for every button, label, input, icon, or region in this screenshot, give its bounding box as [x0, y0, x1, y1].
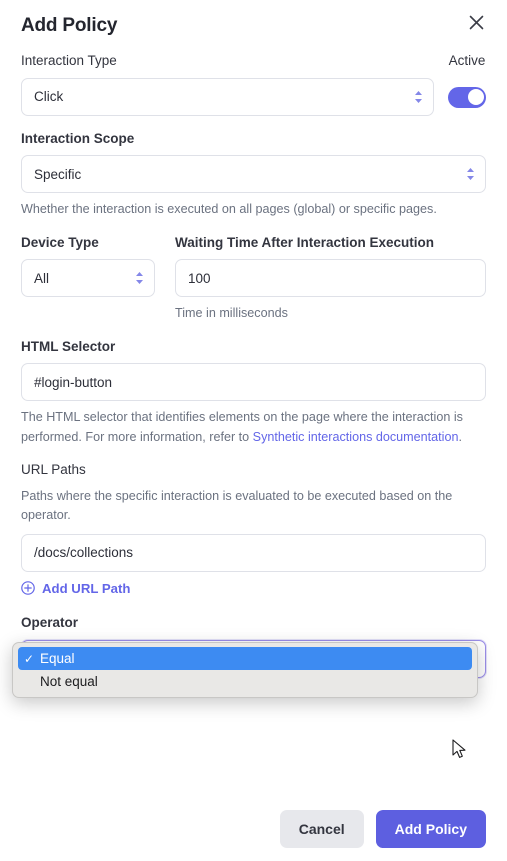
url-paths-help: Paths where the specific interaction is …	[21, 488, 453, 523]
dialog-header: Add Policy	[21, 0, 486, 52]
url-paths-label: URL Paths	[21, 462, 86, 478]
waiting-time-label: Waiting Time After Interaction Execution	[175, 234, 435, 250]
active-toggle[interactable]	[448, 86, 486, 108]
url-path-input[interactable]	[21, 533, 486, 572]
page-title: Add Policy	[21, 15, 118, 36]
device-type-group: Device Type All	[21, 234, 155, 324]
operator-option-equal-label: Equal	[40, 651, 75, 667]
plus-circle-icon	[21, 581, 35, 596]
html-selector-label: HTML Selector	[21, 338, 116, 354]
interaction-type-select[interactable]: Click	[21, 77, 434, 116]
interaction-scope-label: Interaction Scope	[21, 130, 135, 146]
html-selector-help: The HTML selector that identifies elemen…	[21, 408, 486, 447]
url-paths-group: URL Paths Paths where the specific inter…	[21, 461, 486, 600]
html-selector-help-period: .	[458, 429, 463, 444]
interaction-scope-help: Whether the interaction is executed on a…	[21, 202, 437, 217]
add-url-path-button[interactable]: Add URL Path	[21, 581, 130, 596]
device-type-select-wrap: All	[21, 259, 155, 298]
close-icon	[469, 15, 484, 30]
interaction-type-label: Interaction Type	[21, 53, 117, 68]
device-type-select[interactable]: All	[21, 259, 155, 298]
waiting-time-input[interactable]	[175, 259, 486, 298]
device-type-label: Device Type	[21, 234, 99, 250]
operator-option-not-equal[interactable]: Not equal	[18, 670, 472, 693]
waiting-time-group: Waiting Time After Interaction Execution…	[175, 234, 486, 324]
close-button[interactable]	[462, 8, 490, 36]
interaction-type-row: Interaction Type Click Active	[21, 52, 486, 116]
check-icon: ✓	[24, 651, 35, 666]
operator-dropdown-popup[interactable]: ✓ Equal Not equal	[12, 642, 478, 699]
active-label: Active	[448, 53, 486, 68]
add-url-path-label: Add URL Path	[42, 580, 131, 596]
interaction-scope-select[interactable]: Specific	[21, 155, 486, 194]
operator-label: Operator	[21, 615, 79, 631]
device-wait-row: Device Type All Waiting Time After Inter…	[21, 234, 486, 324]
add-policy-button[interactable]: Add Policy	[375, 810, 486, 848]
active-toggle-group: Active	[434, 52, 486, 108]
html-selector-group: HTML Selector The HTML selector that ide…	[21, 338, 486, 448]
synthetic-docs-link[interactable]: Synthetic interactions documentation	[253, 430, 459, 444]
interaction-type-select-wrap: Click	[21, 77, 434, 116]
operator-option-equal[interactable]: ✓ Equal	[18, 647, 472, 671]
operator-group: Operator Equal ✓ Equal Not equal	[12, 614, 486, 699]
mouse-cursor-icon	[452, 739, 468, 766]
waiting-time-help: Time in milliseconds	[175, 306, 288, 321]
cancel-button[interactable]: Cancel	[279, 810, 364, 848]
interaction-scope-select-wrap: Specific	[21, 155, 486, 194]
dialog-footer: Cancel Add Policy	[21, 810, 486, 848]
toggle-knob	[467, 89, 484, 106]
interaction-scope-group: Interaction Scope Specific Whether the i…	[21, 130, 486, 220]
add-policy-dialog: Add Policy Interaction Type Click Active…	[0, 0, 507, 861]
html-selector-input[interactable]	[21, 363, 486, 402]
operator-option-not-equal-label: Not equal	[40, 674, 98, 690]
